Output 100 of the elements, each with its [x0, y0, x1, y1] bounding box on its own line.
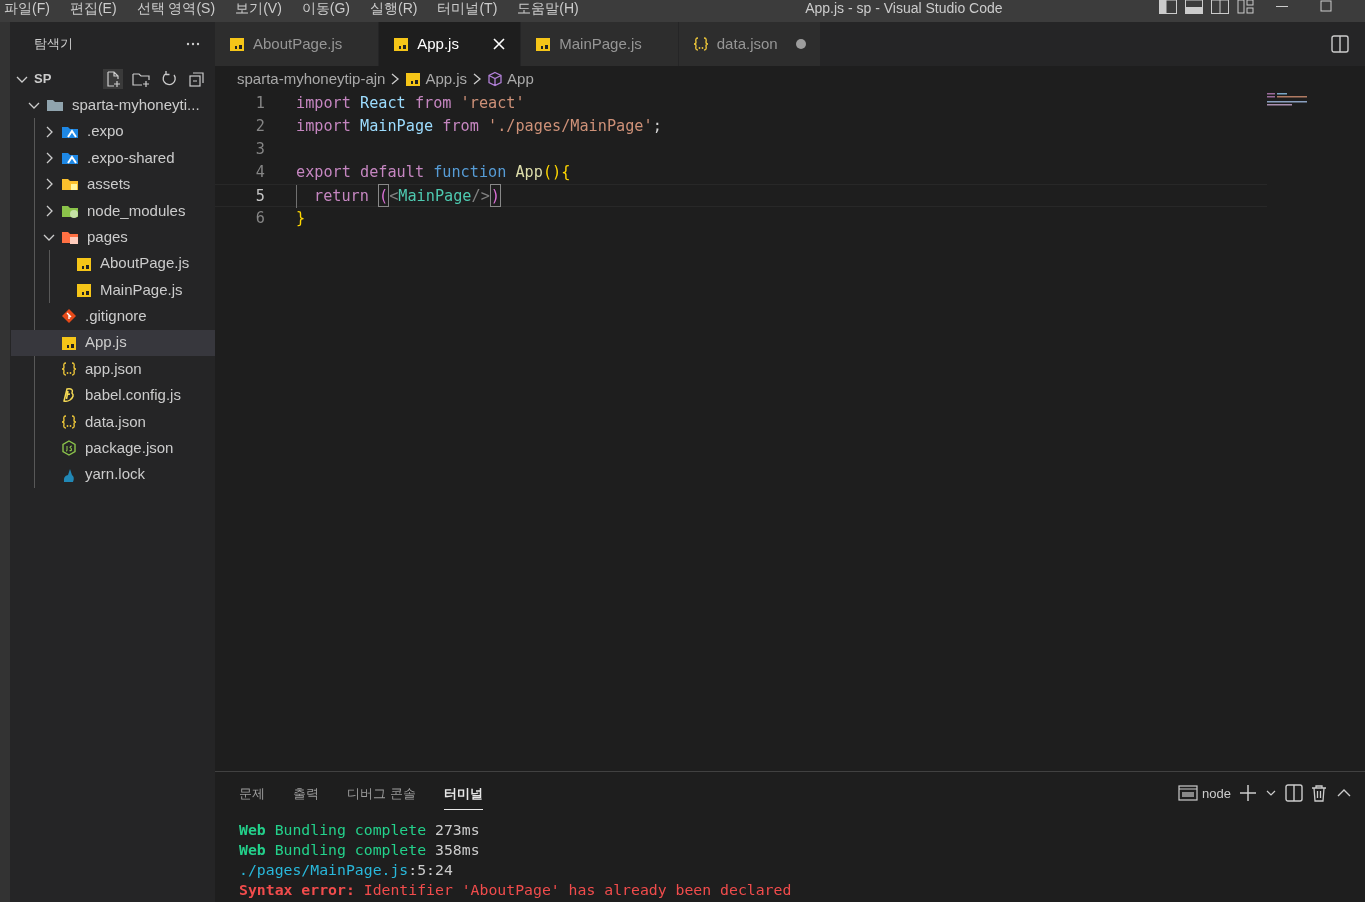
folder-icon: [46, 97, 64, 114]
close-icon[interactable]: [492, 37, 507, 51]
code-token: (: [379, 184, 389, 206]
code-token: (){: [542, 161, 571, 183]
folder-icon: [61, 229, 79, 246]
code-token: MainPage: [359, 115, 434, 137]
tree-item[interactable]: MainPage.js: [12, 276, 215, 304]
diamond-icon: [61, 308, 77, 325]
window-title: App.js - sp - Visual Studio Code: [805, 0, 1003, 16]
code-token: React: [359, 92, 406, 114]
code-token: 'react': [459, 92, 525, 114]
line-number: 2: [254, 115, 265, 137]
tree-item[interactable]: sparta-myhoneyti...: [10, 92, 215, 119]
braces-icon: [61, 413, 77, 430]
js-file-icon: [76, 255, 92, 272]
menu-item[interactable]: 터미널(T): [427, 0, 508, 16]
js-file-icon: [405, 70, 422, 87]
script-icon: [61, 387, 77, 404]
tree-item[interactable]: node_modules: [11, 197, 215, 224]
code-token: export: [296, 161, 351, 183]
trash-icon[interactable]: [1311, 784, 1327, 803]
tree-item[interactable]: assets: [11, 171, 215, 198]
tree-item[interactable]: package.json: [11, 435, 215, 462]
js-file-icon: [535, 36, 552, 52]
braces-icon: [61, 361, 77, 378]
editor-tab[interactable]: data.json: [678, 22, 821, 66]
code-token: App: [514, 161, 543, 183]
unsaved-dot-icon: [795, 39, 806, 49]
breadcrumb-item[interactable]: App: [483, 67, 538, 91]
code-token: './pages/MainPage': [487, 115, 653, 137]
menu-item[interactable]: 보기(V): [225, 0, 292, 16]
editor-tab[interactable]: App.js: [379, 22, 522, 66]
new-file-icon[interactable]: [103, 69, 123, 89]
breadcrumb-item[interactable]: sparta-myhoneytip-ajn: [233, 67, 390, 91]
menu-item[interactable]: 파일(F): [0, 0, 60, 16]
section-header[interactable]: SP: [14, 69, 52, 89]
panel-layout-icon[interactable]: [1185, 0, 1203, 14]
editor-tab[interactable]: MainPage.js: [521, 22, 679, 66]
code-token: function: [432, 161, 507, 183]
terminal-icon: [1178, 785, 1199, 802]
line-number: 5: [254, 185, 265, 206]
terminal-line: ./pages/MainPage.js:5:24: [239, 859, 454, 880]
menu-item[interactable]: 편집(E): [59, 0, 127, 16]
split-terminal-icon[interactable]: [1285, 784, 1303, 803]
tree-item[interactable]: yarn.lock: [11, 461, 215, 488]
code-token: }: [296, 207, 306, 229]
tree-item[interactable]: app.json: [11, 355, 215, 383]
split-editor-icon[interactable]: [1331, 35, 1349, 53]
sidebar-layout-icon[interactable]: [1159, 0, 1177, 14]
columns-layout-icon[interactable]: [1211, 0, 1229, 14]
line-number: 4: [254, 161, 265, 183]
line-number: 1: [254, 92, 265, 114]
menu-item[interactable]: 이동(G): [291, 0, 360, 16]
menu-item[interactable]: 도움말(H): [507, 0, 589, 16]
code-token: MainPage: [398, 185, 472, 206]
panel-tab[interactable]: 터미널: [443, 783, 483, 811]
custom-layout-icon[interactable]: [1237, 0, 1255, 14]
terminal-line: Syntax error: Identifier 'AboutPage' has already been declared: [239, 879, 793, 900]
code-token: from: [441, 115, 479, 137]
tree-item[interactable]: .gitignore: [11, 303, 215, 330]
panel-tab[interactable]: 디버그 콘솔: [347, 783, 416, 811]
tree-item[interactable]: data.json: [11, 408, 215, 436]
line-number: 3: [254, 138, 265, 160]
line-number: 6: [254, 207, 265, 229]
code-token: />: [471, 185, 490, 206]
minimap-drawing: [1267, 92, 1307, 106]
braces-icon: [692, 36, 709, 52]
code-token: from: [413, 92, 452, 114]
collapse-all-icon[interactable]: [187, 69, 207, 89]
terminal-line: Web Bundling complete 273ms: [239, 819, 481, 840]
code-token: <: [389, 185, 399, 206]
tree-item[interactable]: .expo-shared: [11, 144, 215, 172]
tree-item[interactable]: pages: [11, 223, 215, 251]
tree-item[interactable]: AboutPage.js: [12, 250, 215, 277]
terminal-line: Web Bundling complete 358ms: [239, 839, 481, 860]
hexagon-icon: [61, 440, 77, 457]
code-token: import: [296, 92, 351, 114]
menu-item[interactable]: 선택 영역(S): [126, 0, 226, 16]
editor-tab[interactable]: AboutPage.js: [215, 22, 380, 66]
tree-item[interactable]: babel.config.js: [11, 382, 215, 409]
code-token: return: [314, 185, 370, 206]
js-file-icon: [61, 334, 77, 351]
code-token: default: [359, 161, 425, 183]
code-token: import: [296, 115, 351, 137]
cube-icon: [487, 70, 504, 87]
breadcrumb-item[interactable]: App.js: [401, 67, 472, 91]
plus-icon[interactable]: [1239, 784, 1257, 803]
js-file-icon: [76, 281, 92, 298]
code-token: ): [490, 184, 500, 206]
tree-item[interactable]: App.js: [11, 329, 215, 356]
code-token: ;: [652, 115, 662, 137]
folder-icon: [61, 176, 79, 193]
sidebar-title: 탐색기: [34, 35, 73, 54]
tree-item[interactable]: .expo: [11, 118, 215, 145]
terminal-selector[interactable]: node: [1178, 783, 1231, 804]
js-file-icon: [229, 36, 245, 52]
menu-item[interactable]: 실행(R): [360, 0, 428, 16]
panel-tab[interactable]: 문제: [239, 783, 265, 811]
js-file-icon: [393, 36, 410, 52]
panel-tab[interactable]: 출력: [293, 783, 319, 811]
